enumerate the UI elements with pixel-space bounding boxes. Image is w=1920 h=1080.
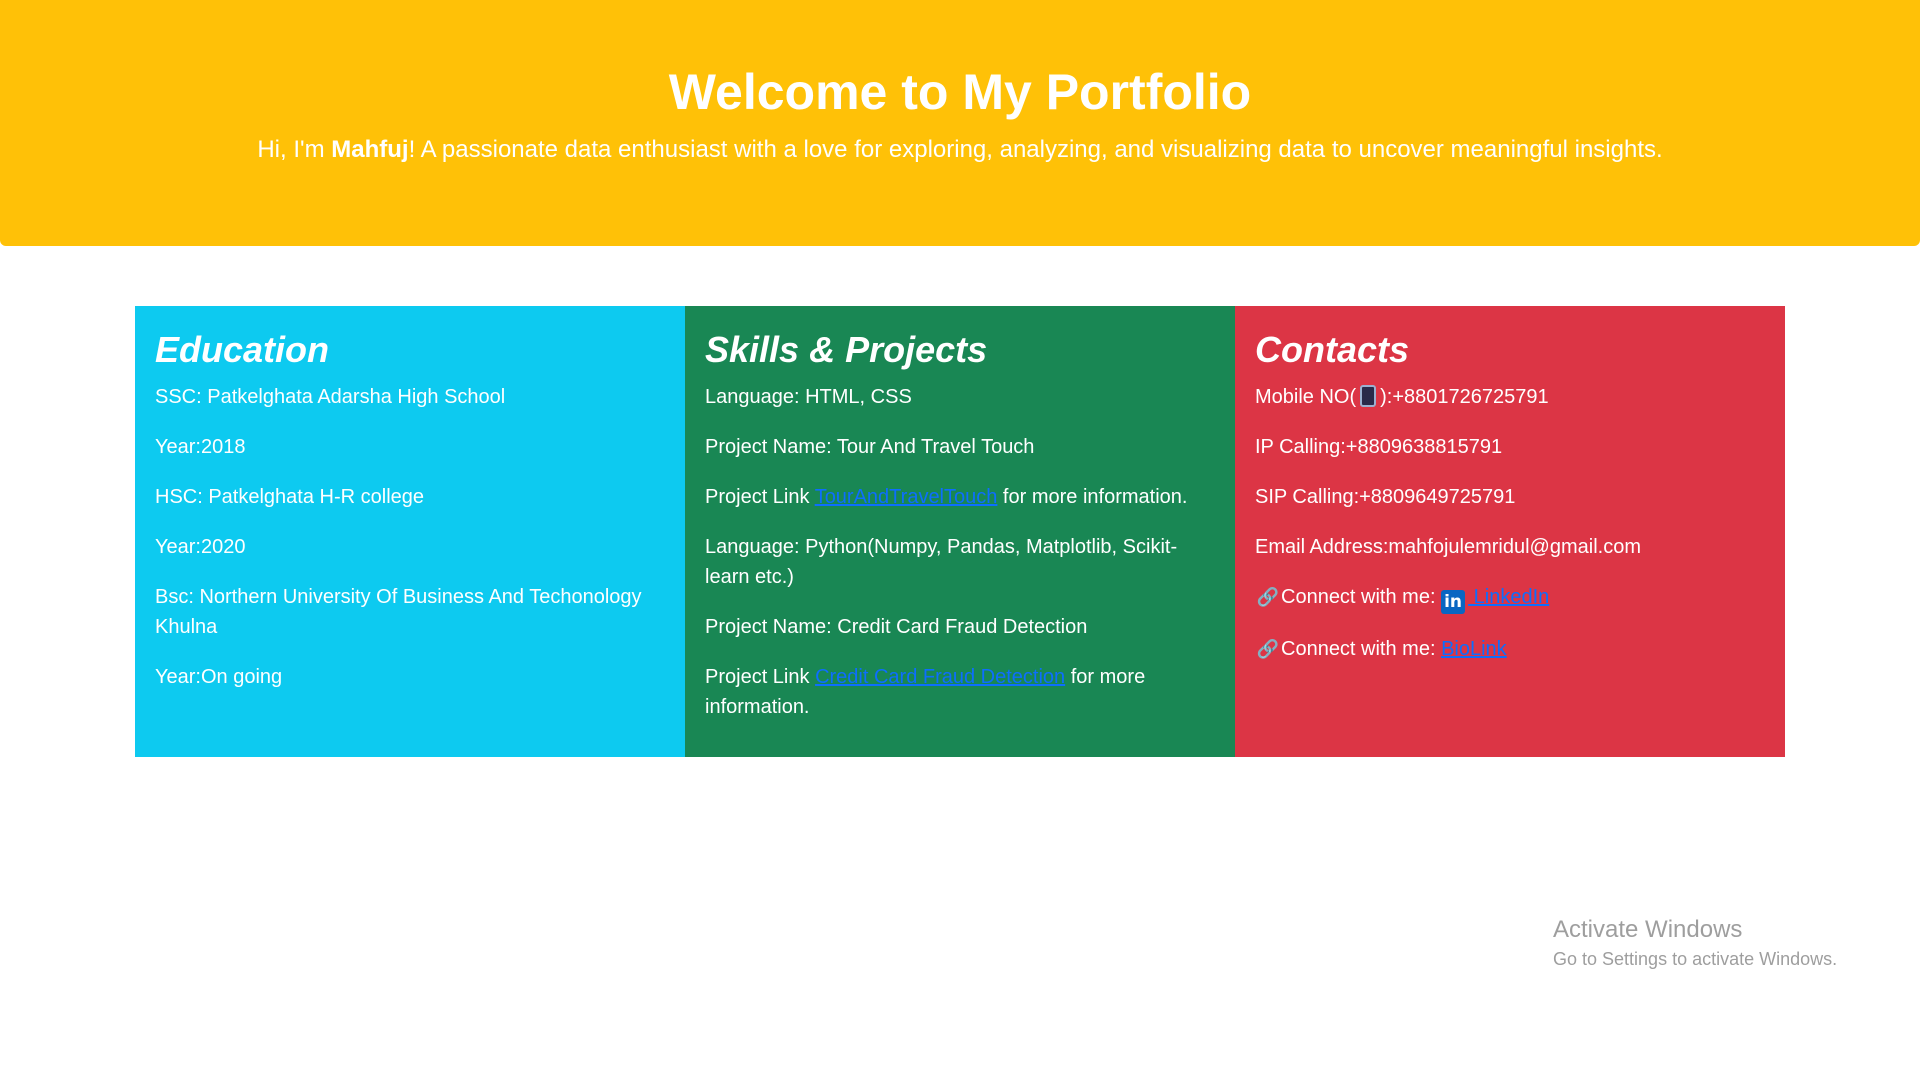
connect-biolink-row: 🔗Connect with me: BioLink (1255, 634, 1765, 664)
project-name-tour: Project Name: Tour And Travel Touch (705, 436, 1035, 458)
connect-linkedin-row: 🔗Connect with me: in LinkedIn (1255, 582, 1765, 614)
project-link-label: Project Link (705, 486, 815, 508)
education-item: HSC: Patkelghata H-R college (155, 486, 425, 508)
biolink-link[interactable]: BioLink (1441, 638, 1507, 660)
link-icon: 🔗 (1256, 639, 1280, 659)
linkedin-link[interactable]: in LinkedIn (1441, 586, 1550, 614)
tour-travel-link[interactable]: TourAndTravelTouch (815, 486, 998, 508)
project-link-label: Project Link (705, 666, 816, 688)
project-link-suffix: for more information. (997, 486, 1188, 508)
intro-prefix: Hi, I'm (257, 136, 332, 163)
connect-label: Connect with me: (1281, 638, 1442, 660)
linkedin-icon: in (1441, 590, 1466, 614)
connect-label: Connect with me: (1281, 586, 1442, 608)
watermark-subtitle: Go to Settings to activate Windows. (1553, 949, 1838, 969)
education-item: Year:2018 (155, 436, 246, 458)
education-item: Bsc: Northern University Of Business And… (155, 586, 642, 638)
education-item: SSC: Patkelghata Adarsha High School (155, 386, 506, 408)
linkedin-label: LinkedIn (1468, 586, 1550, 608)
intro-suffix: ! A passionate data enthusiast with a lo… (408, 136, 1663, 163)
mobile-value: ):+8801726725791 (1380, 386, 1549, 408)
ip-calling: IP Calling:+8809638815791 (1255, 436, 1503, 458)
link-icon: 🔗 (1256, 587, 1280, 607)
education-item: Year:2020 (155, 536, 246, 558)
contacts-heading: Contacts (1255, 329, 1410, 370)
page-title: Welcome to My Portfolio (668, 64, 1252, 120)
windows-activation-watermark: Activate Windows Go to Settings to activ… (1553, 914, 1837, 972)
project-link-tour-row: Project Link TourAndTravelTouch for more… (705, 482, 1215, 512)
sip-calling: SIP Calling:+8809649725791 (1255, 486, 1516, 508)
education-card: Education SSC: Patkelghata Adarsha High … (135, 306, 685, 757)
hero-intro: Hi, I'm Mahfuj! A passionate data enthus… (0, 134, 1920, 166)
intro-name: Mahfuj (331, 136, 409, 163)
mobile-phone-icon (1360, 385, 1377, 407)
skills-heading: Skills & Projects (705, 329, 988, 370)
language-html-css: Language: HTML, CSS (705, 386, 912, 408)
fraud-detection-link[interactable]: Credit Card Fraud Detection (815, 666, 1065, 688)
skills-projects-card: Skills & Projects Language: HTML, CSS Pr… (685, 306, 1235, 757)
info-cards: Education SSC: Patkelghata Adarsha High … (135, 306, 1785, 757)
hero-banner: Welcome to My Portfolio Hi, I'm Mahfuj! … (0, 0, 1920, 246)
education-item: Year:On going (155, 666, 283, 688)
project-link-fraud-row: Project Link Credit Card Fraud Detection… (705, 662, 1215, 722)
email-address: Email Address:mahfojulemridul@gmail.com (1255, 536, 1641, 558)
mobile-number: Mobile NO( ):+8801726725791 (1255, 382, 1765, 412)
contacts-card: Contacts Mobile NO( ):+8801726725791 IP C… (1235, 306, 1785, 757)
education-heading: Education (155, 329, 330, 370)
watermark-title: Activate Windows (1553, 916, 1743, 943)
language-python: Language: Python(Numpy, Pandas, Matplotl… (705, 536, 1178, 588)
mobile-label: Mobile NO( (1255, 386, 1357, 408)
project-name-fraud: Project Name: Credit Card Fraud Detectio… (705, 616, 1088, 638)
